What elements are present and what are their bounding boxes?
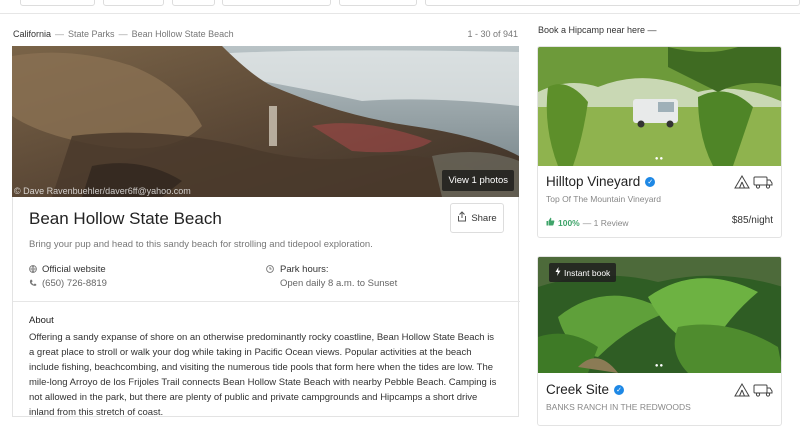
park-hours-label: Park hours: [280,264,329,275]
photo-credit: © Dave Ravenbuehler/daver6ff@yahoo.com [14,186,191,196]
camp-amenity-icons [734,383,773,397]
filter-button[interactable] [172,0,215,6]
camp-photo[interactable]: ●● [538,47,781,166]
filter-button[interactable] [339,0,417,6]
verified-icon: ✓ [645,176,656,187]
camp-name[interactable]: Creek Site [546,382,609,397]
filter-button[interactable] [222,0,331,6]
carousel-dots[interactable]: ●● [538,363,781,369]
camp-photo[interactable]: Instant book ●● [538,257,781,373]
camp-name-row: Hilltop Vineyard ✓ [546,174,656,189]
rv-icon [753,383,773,397]
camp-card[interactable]: Instant book ●● Creek Site ✓ BANKS RANCH… [537,256,782,426]
thumbs-up-icon [546,217,555,228]
camp-name[interactable]: Hilltop Vineyard [546,174,640,189]
camp-subtitle: BANKS RANCH IN THE REDWOODS [546,402,691,412]
lightning-icon [555,267,561,278]
share-button[interactable]: Share [450,203,504,233]
share-label: Share [471,212,497,224]
breadcrumb-item[interactable]: Bean Hollow State Beach [132,29,234,39]
section-divider [13,301,520,302]
tent-icon [734,175,750,189]
hero-photo[interactable]: © Dave Ravenbuehler/daver6ff@yahoo.com V… [12,46,519,197]
instant-book-badge: Instant book [549,263,617,282]
instant-book-label: Instant book [564,267,611,278]
park-info-card: Bean Hollow State Beach Share Bring your… [12,197,520,418]
breadcrumb: California — State Parks — Bean Hollow State… [13,29,234,39]
result-count: 1 - 30 of 941 [467,29,518,39]
rv-icon [753,175,773,189]
camp-card[interactable]: ●● Hilltop Vineyard ✓ Top Of The Mountai… [537,46,782,238]
about-heading: About [29,315,54,326]
breadcrumb-item[interactable]: California [13,29,51,39]
camp-name-row: Creek Site ✓ [546,382,625,397]
phone-icon [29,279,37,289]
page-title: Bean Hollow State Beach [29,209,222,228]
view-photos-button[interactable]: View 1 photos [442,170,514,191]
camp-amenity-icons [734,175,773,189]
filter-button[interactable] [20,0,95,6]
filter-button[interactable] [425,0,800,6]
share-icon [457,211,467,225]
tent-icon [734,383,750,397]
park-hours-value: Open daily 8 a.m. to Sunset [280,278,398,289]
filter-bar [0,0,800,14]
phone-number[interactable]: (650) 726-8819 [42,278,107,289]
park-tagline: Bring your pup and head to this sandy be… [29,239,373,250]
camp-subtitle: Top Of The Mountain Vineyard [546,194,661,204]
breadcrumb-item[interactable]: State Parks [68,29,115,39]
globe-icon [29,265,37,275]
official-website-link[interactable]: Official website [42,264,106,275]
carousel-dots[interactable]: ●● [538,156,781,162]
about-text: Offering a sandy expanse of shore on an … [29,332,497,418]
camp-price: $85/night [731,215,773,226]
sidebar-heading: Book a Hipcamp near here — [538,25,657,35]
verified-icon: ✓ [614,384,625,395]
rating-percent: 100% [558,217,580,228]
review-count[interactable]: — 1 Review [583,218,629,228]
filter-button[interactable] [103,0,164,6]
camp-rating: 100% — 1 Review [546,217,629,228]
clock-icon [266,265,274,275]
